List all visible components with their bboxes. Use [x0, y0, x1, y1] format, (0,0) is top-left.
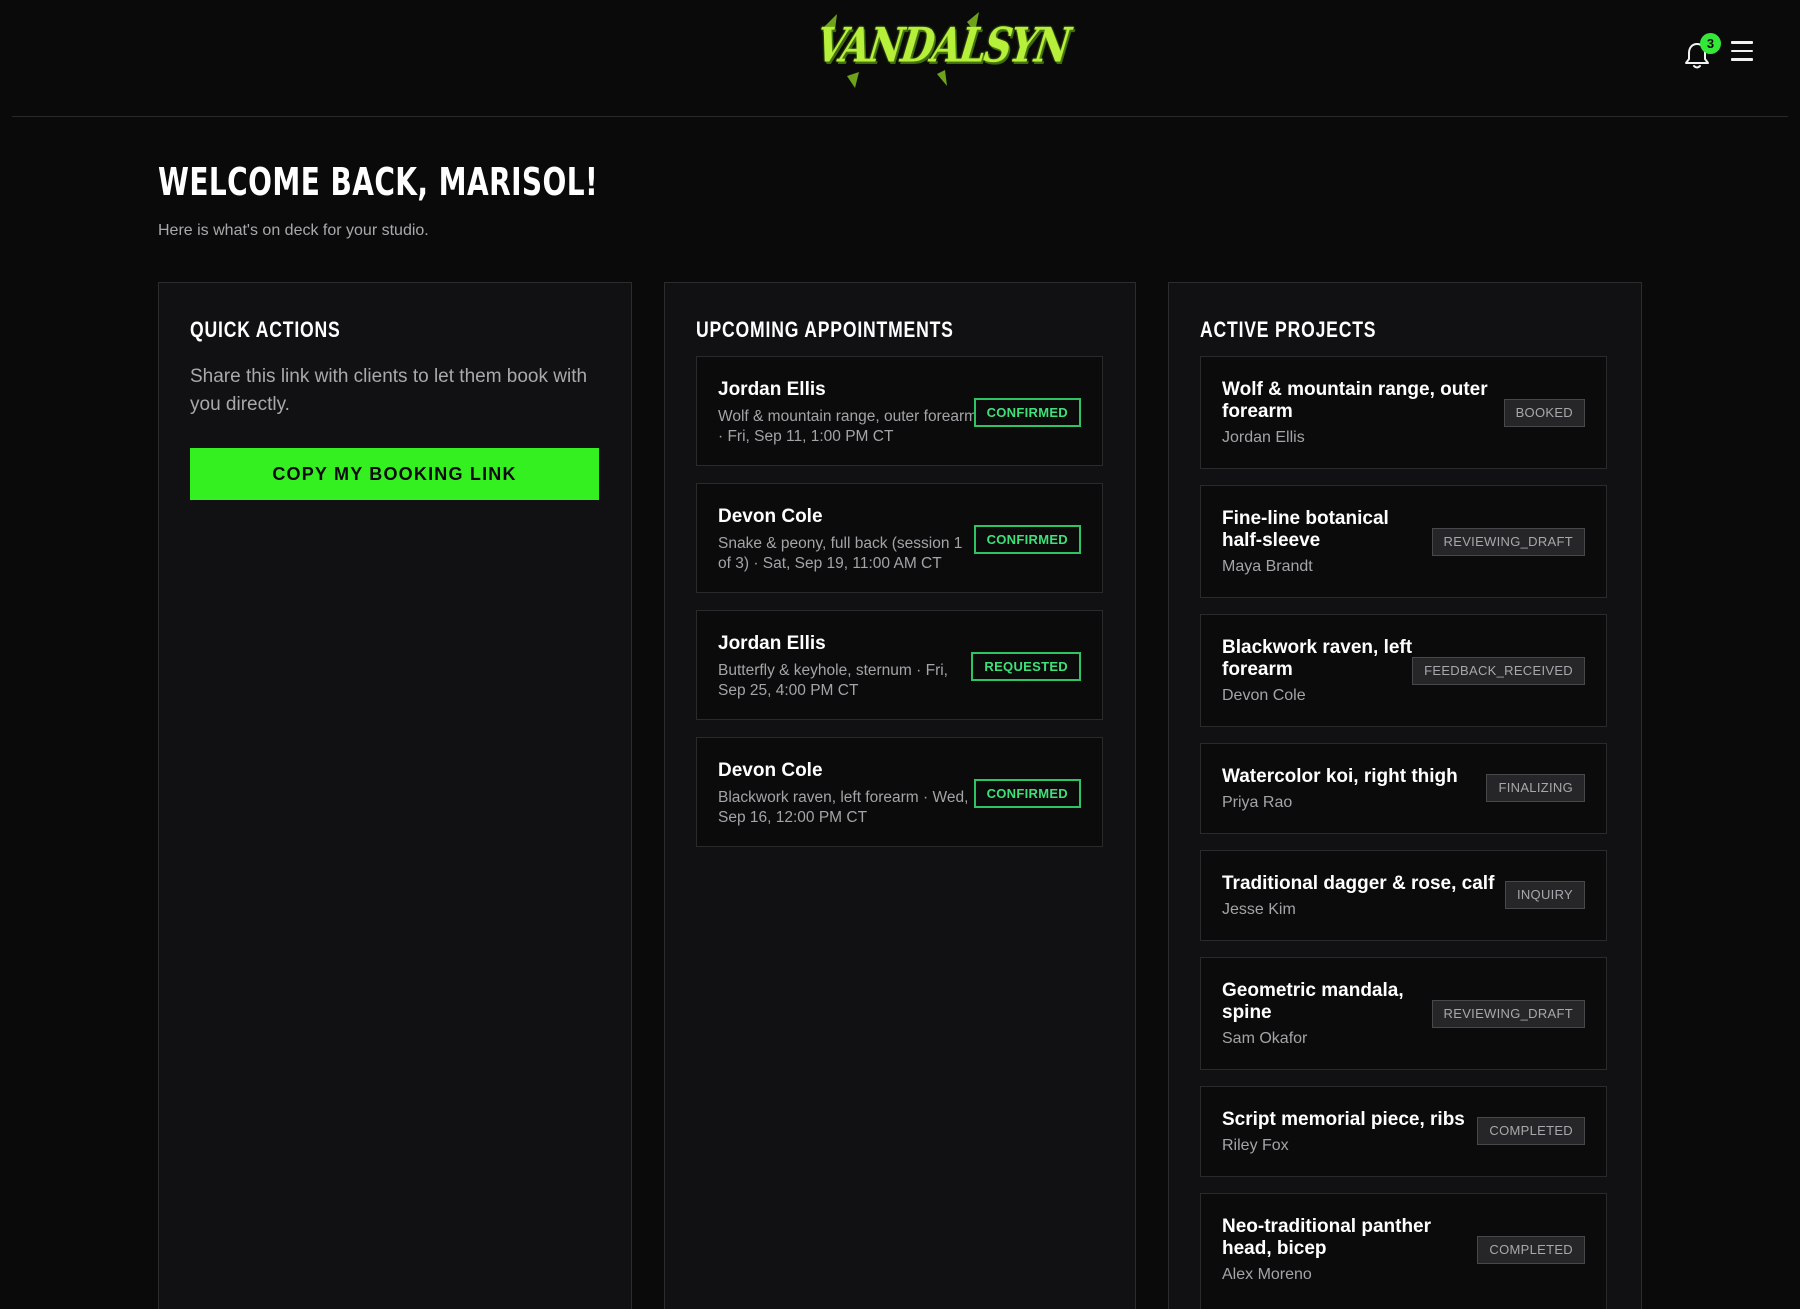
- project-card[interactable]: Wolf & mountain range, outer forearm Jor…: [1200, 356, 1607, 469]
- project-client: Sam Okafor: [1222, 1030, 1308, 1047]
- hamburger-line: [1731, 49, 1753, 52]
- project-status-badge: REVIEWING_DRAFT: [1431, 1000, 1585, 1028]
- appointment-client: Devon Cole: [718, 506, 823, 527]
- hamburger-menu-button[interactable]: [1731, 41, 1755, 61]
- project-status-badge: FEEDBACK_RECEIVED: [1412, 657, 1585, 685]
- logo-text: VANDALSYN: [813, 16, 1073, 73]
- appointment-details: Wolf & mountain range, outer forearm · F…: [718, 408, 978, 445]
- projects-title: ACTIVE PROJECTS: [1200, 317, 1377, 342]
- project-status-badge: FINALIZING: [1486, 774, 1585, 802]
- appointment-status-badge: CONFIRMED: [973, 525, 1081, 554]
- project-name: Wolf & mountain range, outer forearm: [1222, 379, 1488, 422]
- project-status-badge: COMPLETED: [1477, 1236, 1585, 1264]
- active-projects-panel: ACTIVE PROJECTS Wolf & mountain range, o…: [1168, 282, 1642, 1309]
- quick-actions-panel: QUICK ACTIONS Share this link with clien…: [158, 282, 632, 1309]
- project-card[interactable]: Script memorial piece, ribs Riley Fox CO…: [1200, 1086, 1607, 1177]
- project-client: Alex Moreno: [1222, 1266, 1312, 1283]
- project-name: Neo-traditional panther head, bicep: [1222, 1216, 1432, 1259]
- project-status-badge: REVIEWING_DRAFT: [1431, 528, 1585, 556]
- appointment-details: Snake & peony, full back (session 1 of 3…: [718, 535, 963, 572]
- project-client: Jesse Kim: [1222, 901, 1296, 918]
- appointment-client: Jordan Ellis: [718, 379, 826, 400]
- appointment-details: Butterfly & keyhole, sternum · Fri, Sep …: [718, 662, 948, 699]
- appointment-card[interactable]: Devon Cole Snake & peony, full back (ses…: [696, 483, 1103, 593]
- brand-logo[interactable]: VANDALSYN: [813, 10, 1072, 88]
- project-name: Script memorial piece, ribs: [1222, 1109, 1465, 1130]
- project-card[interactable]: Neo-traditional panther head, bicep Alex…: [1200, 1193, 1607, 1309]
- appointments-title: UPCOMING APPOINTMENTS: [696, 317, 954, 342]
- page-subtitle: Here is what's on deck for your studio.: [158, 222, 429, 239]
- project-name: Geometric mandala, spine: [1222, 980, 1404, 1023]
- project-client: Jordan Ellis: [1222, 429, 1305, 446]
- appointment-details: Blackwork raven, left forearm · Wed, Sep…: [718, 789, 969, 826]
- appointment-client: Devon Cole: [718, 760, 823, 781]
- project-client: Devon Cole: [1222, 687, 1306, 704]
- project-name: Fine-line botanical half-sleeve: [1222, 508, 1389, 551]
- project-name: Watercolor koi, right thigh: [1222, 766, 1458, 787]
- page-title: WELCOME BACK, MARISOL!: [158, 160, 599, 204]
- hamburger-line: [1731, 58, 1753, 61]
- project-card[interactable]: Traditional dagger & rose, calf Jesse Ki…: [1200, 850, 1607, 941]
- appointment-card[interactable]: Devon Cole Blackwork raven, left forearm…: [696, 737, 1103, 847]
- project-client: Priya Rao: [1222, 794, 1293, 811]
- copy-booking-link-button[interactable]: COPY MY BOOKING LINK: [190, 448, 599, 500]
- project-name: Traditional dagger & rose, calf: [1222, 873, 1495, 894]
- appointment-card[interactable]: Jordan Ellis Wolf & mountain range, oute…: [696, 356, 1103, 466]
- appointment-client: Jordan Ellis: [718, 633, 826, 654]
- hamburger-menu-icon: [1731, 41, 1753, 44]
- project-client: Riley Fox: [1222, 1137, 1289, 1154]
- appointment-status-badge: CONFIRMED: [973, 398, 1081, 427]
- project-status-badge: INQUIRY: [1504, 881, 1585, 909]
- project-status-badge: COMPLETED: [1477, 1117, 1585, 1145]
- upcoming-appointments-panel: UPCOMING APPOINTMENTS Jordan Ellis Wolf …: [664, 282, 1136, 1309]
- appointment-status-badge: REQUESTED: [971, 652, 1081, 681]
- notification-count-badge: 3: [1700, 33, 1721, 54]
- project-card[interactable]: Fine-line botanical half-sleeve Maya Bra…: [1200, 485, 1607, 598]
- project-card[interactable]: Blackwork raven, left forearm Devon Cole…: [1200, 614, 1607, 727]
- project-status-badge: BOOKED: [1503, 399, 1585, 427]
- project-card[interactable]: Watercolor koi, right thigh Priya Rao FI…: [1200, 743, 1607, 834]
- project-card[interactable]: Geometric mandala, spine Sam Okafor REVI…: [1200, 957, 1607, 1070]
- quick-actions-title: QUICK ACTIONS: [190, 317, 341, 342]
- appointment-card[interactable]: Jordan Ellis Butterfly & keyhole, sternu…: [696, 610, 1103, 720]
- project-name: Blackwork raven, left forearm: [1222, 637, 1413, 680]
- project-client: Maya Brandt: [1222, 558, 1313, 575]
- booking-link-description: Share this link with clients to let them…: [190, 366, 588, 415]
- appointment-status-badge: CONFIRMED: [973, 779, 1081, 808]
